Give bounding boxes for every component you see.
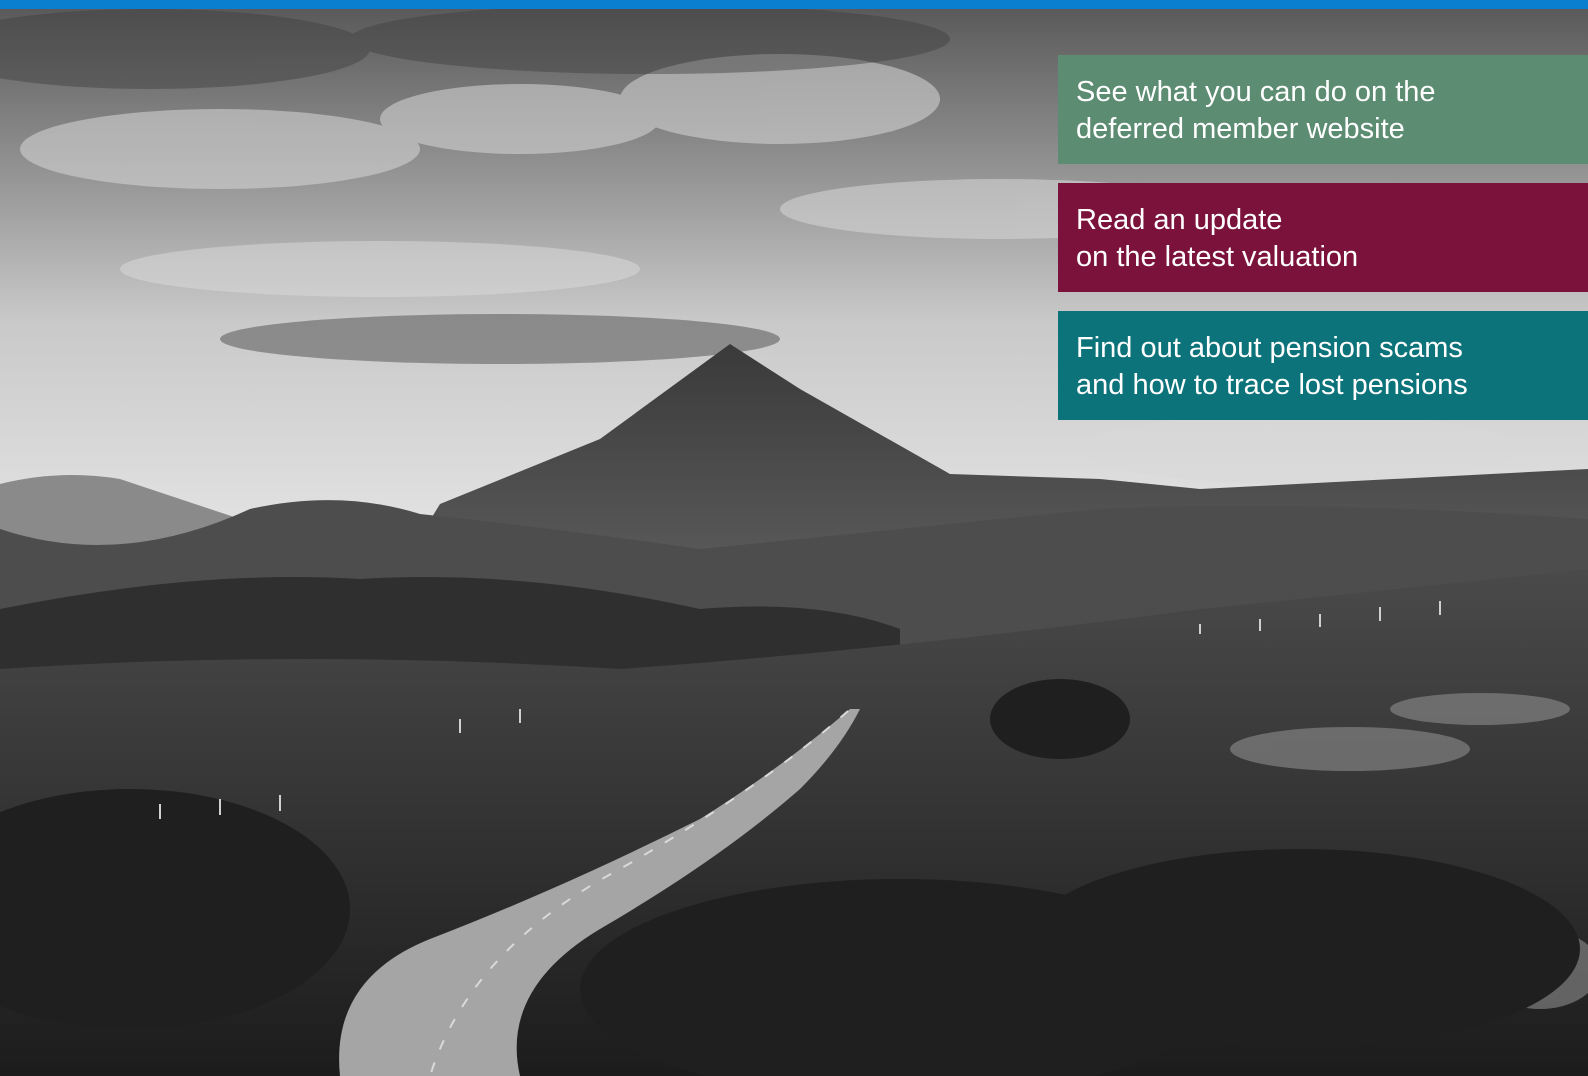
callout-line-1: Read an update xyxy=(1076,204,1283,236)
callout-line-2: deferred member website xyxy=(1076,113,1405,145)
callout-line-2: on the latest valuation xyxy=(1076,241,1359,273)
callout-line-1: Find out about pension scams xyxy=(1076,332,1463,364)
callout-line-1: See what you can do on the xyxy=(1076,76,1436,108)
deferred-member-website-link[interactable]: See what you can do on the deferred memb… xyxy=(1058,55,1588,164)
callout-line-2: and how to trace lost pensions xyxy=(1076,369,1468,401)
top-accent-bar xyxy=(0,0,1588,9)
latest-valuation-link[interactable]: Read an update on the latest valuation xyxy=(1058,183,1588,292)
pension-scams-link[interactable]: Find out about pension scams and how to … xyxy=(1058,311,1588,420)
callout-links: See what you can do on the deferred memb… xyxy=(1058,55,1588,439)
